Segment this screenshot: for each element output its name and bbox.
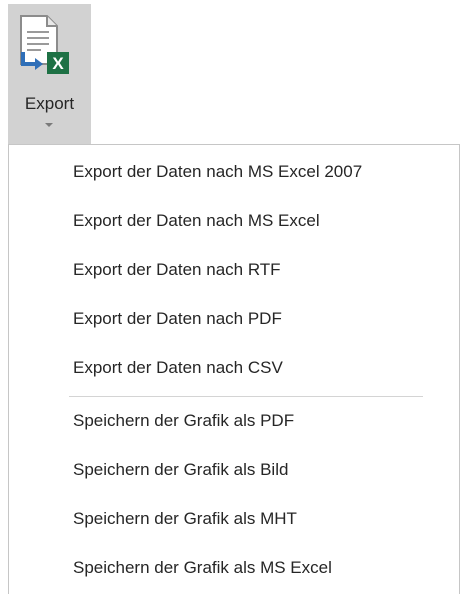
menu-separator [69,396,423,397]
export-label: Export [24,94,75,113]
export-dropdown-menu: Export der Daten nach MS Excel 2007 Expo… [8,144,460,594]
menu-item-save-graphic-ms-excel[interactable]: Speichern der Grafik als MS Excel [73,548,332,588]
menu-item-export-rtf[interactable]: Export der Daten nach RTF [73,250,281,290]
menu-item-export-ms-excel-2007[interactable]: Export der Daten nach MS Excel 2007 [73,152,362,192]
chevron-down-icon [45,123,53,127]
export-excel-icon: X [20,15,69,74]
menu-item-export-pdf[interactable]: Export der Daten nach PDF [73,299,282,339]
menu-item-save-graphic-mht[interactable]: Speichern der Grafik als MHT [73,499,297,539]
menu-item-save-graphic-pdf[interactable]: Speichern der Grafik als PDF [73,401,294,441]
menu-item-save-graphic-image[interactable]: Speichern der Grafik als Bild [73,450,288,490]
menu-item-export-ms-excel[interactable]: Export der Daten nach MS Excel [73,201,320,241]
svg-text:X: X [52,54,64,73]
export-button[interactable]: X Export [8,4,91,145]
menu-item-export-csv[interactable]: Export der Daten nach CSV [73,348,283,388]
